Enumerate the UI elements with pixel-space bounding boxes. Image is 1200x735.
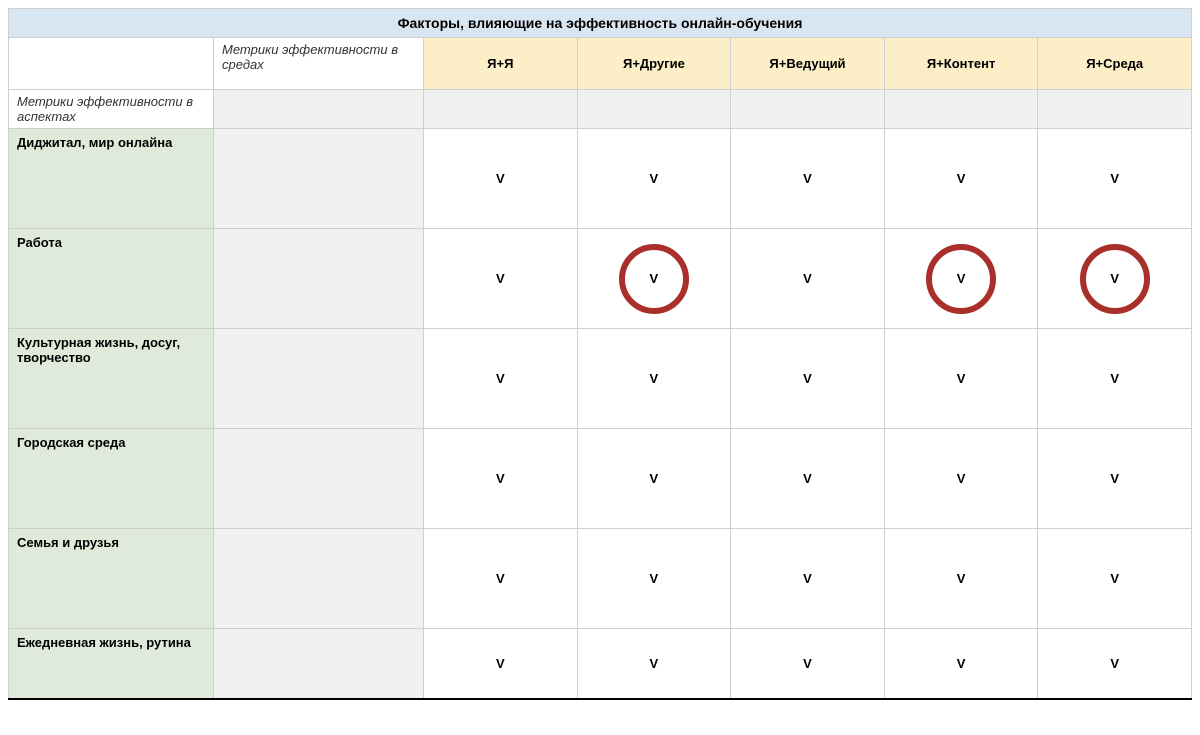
cell-mark: V: [650, 271, 659, 286]
title-row: Факторы, влияющие на эффективность онлай…: [9, 9, 1192, 38]
cell-mark: V: [803, 471, 812, 486]
col-head-3: Я+Контент: [884, 38, 1038, 90]
cell-0-0: V: [424, 129, 578, 229]
cell-mark: V: [650, 371, 659, 386]
row-label-5: Ежедневная жизнь, рутина: [9, 629, 214, 699]
row-label-3: Городская среда: [9, 429, 214, 529]
cell-4-1: V: [577, 529, 731, 629]
filler-cell: [884, 90, 1038, 129]
cell-3-1: V: [577, 429, 731, 529]
cell-3-2: V: [731, 429, 885, 529]
cell-2-3: V: [884, 329, 1038, 429]
filler-cell: [214, 329, 424, 429]
cell-0-3: V: [884, 129, 1038, 229]
cell-3-4: V: [1038, 429, 1192, 529]
cell-mark: V: [803, 371, 812, 386]
col-head-0: Я+Я: [424, 38, 578, 90]
cell-mark: V: [496, 571, 505, 586]
col-head-2: Я+Ведущий: [731, 38, 885, 90]
filler-cell: [731, 90, 885, 129]
cell-mark: V: [803, 271, 812, 286]
cell-2-1: V: [577, 329, 731, 429]
cell-2-0: V: [424, 329, 578, 429]
cell-5-4: V: [1038, 629, 1192, 699]
cell-3-0: V: [424, 429, 578, 529]
cell-0-4: V: [1038, 129, 1192, 229]
table-title: Факторы, влияющие на эффективность онлай…: [9, 9, 1192, 38]
cell-mark: V: [1110, 571, 1119, 586]
filler-cell: [1038, 90, 1192, 129]
col-head-1: Я+Другие: [577, 38, 731, 90]
cell-5-3: V: [884, 629, 1038, 699]
table-row: Культурная жизнь, досуг, творчество V V …: [9, 329, 1192, 429]
cell-0-1: V: [577, 129, 731, 229]
env-metrics-header: Метрики эффективности в средах: [214, 38, 424, 90]
cell-mark: V: [496, 371, 505, 386]
corner-cell: [9, 38, 214, 90]
cell-mark: V: [1110, 271, 1119, 286]
cell-5-0: V: [424, 629, 578, 699]
cell-1-4: V: [1038, 229, 1192, 329]
cell-5-1: V: [577, 629, 731, 699]
table-row: Семья и друзья V V V V V: [9, 529, 1192, 629]
col-head-4: Я+Среда: [1038, 38, 1192, 90]
cell-2-4: V: [1038, 329, 1192, 429]
filler-cell: [214, 529, 424, 629]
table-row: Работа V V V V V: [9, 229, 1192, 329]
cell-mark: V: [957, 371, 966, 386]
cell-mark: V: [1110, 171, 1119, 186]
cell-mark: V: [1110, 656, 1119, 671]
cell-mark: V: [957, 571, 966, 586]
table-row: Диджитал, мир онлайна V V V V V: [9, 129, 1192, 229]
cell-mark: V: [650, 571, 659, 586]
cell-mark: V: [496, 471, 505, 486]
cell-mark: V: [957, 271, 966, 286]
cell-mark: V: [803, 656, 812, 671]
row-label-0: Диджитал, мир онлайна: [9, 129, 214, 229]
cell-1-2: V: [731, 229, 885, 329]
row-label-4: Семья и друзья: [9, 529, 214, 629]
cell-mark: V: [1110, 371, 1119, 386]
cell-mark: V: [957, 171, 966, 186]
table-row: Городская среда V V V V V: [9, 429, 1192, 529]
row-label-2: Культурная жизнь, досуг, творчество: [9, 329, 214, 429]
cell-1-0: V: [424, 229, 578, 329]
cell-mark: V: [496, 171, 505, 186]
cell-mark: V: [1110, 471, 1119, 486]
cell-3-3: V: [884, 429, 1038, 529]
filler-cell: [214, 429, 424, 529]
cell-mark: V: [496, 271, 505, 286]
filler-cell: [214, 129, 424, 229]
cell-mark: V: [957, 471, 966, 486]
filler-cell: [214, 629, 424, 699]
cell-4-0: V: [424, 529, 578, 629]
aspect-header-row: Метрики эффективности в аспектах: [9, 90, 1192, 129]
cell-4-3: V: [884, 529, 1038, 629]
cell-mark: V: [496, 656, 505, 671]
factors-table: Факторы, влияющие на эффективность онлай…: [8, 8, 1192, 700]
aspect-metrics-header: Метрики эффективности в аспектах: [9, 90, 214, 129]
cell-mark: V: [957, 656, 966, 671]
filler-cell: [577, 90, 731, 129]
cell-4-4: V: [1038, 529, 1192, 629]
cell-mark: V: [803, 571, 812, 586]
column-header-row: Метрики эффективности в средах Я+Я Я+Дру…: [9, 38, 1192, 90]
filler-cell: [424, 90, 578, 129]
filler-cell: [214, 229, 424, 329]
cell-2-2: V: [731, 329, 885, 429]
cell-1-1: V: [577, 229, 731, 329]
row-label-1: Работа: [9, 229, 214, 329]
filler-cell: [214, 90, 424, 129]
cell-mark: V: [650, 471, 659, 486]
cell-mark: V: [803, 171, 812, 186]
cell-1-3: V: [884, 229, 1038, 329]
cell-mark: V: [650, 656, 659, 671]
cell-0-2: V: [731, 129, 885, 229]
cell-mark: V: [650, 171, 659, 186]
cell-4-2: V: [731, 529, 885, 629]
table-row: Ежедневная жизнь, рутина V V V V V: [9, 629, 1192, 699]
cell-5-2: V: [731, 629, 885, 699]
